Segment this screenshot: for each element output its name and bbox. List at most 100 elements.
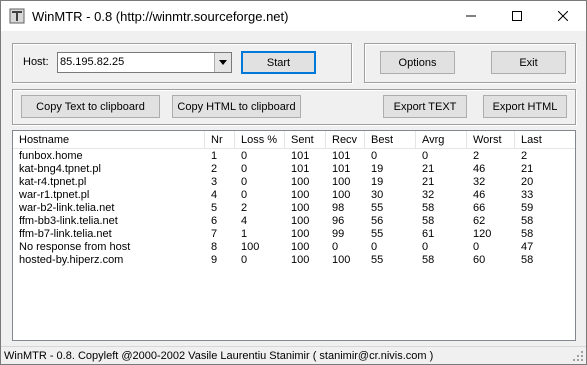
column-header-loss[interactable]: Loss % bbox=[235, 131, 285, 149]
cell-loss: 0 bbox=[241, 163, 248, 175]
cell-loss: 0 bbox=[241, 189, 248, 201]
cell-best: 56 bbox=[371, 215, 384, 227]
winmtr-app-icon bbox=[9, 8, 25, 24]
minimize-button[interactable] bbox=[448, 1, 494, 31]
cell-avrg: 0 bbox=[422, 241, 429, 253]
table-row[interactable]: kat-r4.tpnet.pl 3 0 100 100 19 21 32 20 bbox=[13, 176, 575, 189]
cell-sent: 100 bbox=[291, 215, 310, 227]
cell-best: 55 bbox=[371, 202, 384, 214]
column-header-nr[interactable]: Nr bbox=[205, 131, 235, 149]
copy-text-button[interactable]: Copy Text to clipboard bbox=[21, 95, 160, 118]
cell-worst: 60 bbox=[473, 254, 486, 266]
status-bar: WinMTR - 0.8. Copyleft @2000-2002 Vasile… bbox=[1, 346, 586, 364]
cell-nr: 6 bbox=[211, 215, 218, 227]
cell-worst: 46 bbox=[473, 189, 486, 201]
table-row[interactable]: funbox.home 1 0 101 101 0 0 2 2 bbox=[13, 150, 575, 163]
cell-recv: 100 bbox=[332, 176, 351, 188]
column-header-worst[interactable]: Worst bbox=[467, 131, 515, 149]
cell-nr: 2 bbox=[211, 163, 218, 175]
table-row[interactable]: ffm-b7-link.telia.net 7 1 100 99 55 61 120 58 bbox=[13, 228, 575, 241]
cell-hostname: ffm-bb3-link.telia.net bbox=[19, 215, 118, 227]
cell-worst: 32 bbox=[473, 176, 486, 188]
table-row[interactable]: hosted-by.hiperz.com 9 0 100 100 55 58 60 58 bbox=[13, 254, 575, 267]
cell-loss: 100 bbox=[241, 241, 260, 253]
table-row[interactable]: ffm-bb3-link.telia.net 6 4 100 96 56 58 62 58 bbox=[13, 215, 575, 228]
cell-avrg: 61 bbox=[422, 228, 435, 240]
cell-recv: 101 bbox=[332, 163, 351, 175]
cell-avrg: 21 bbox=[422, 176, 435, 188]
host-value[interactable]: 85.195.82.25 bbox=[60, 56, 124, 68]
cell-sent: 101 bbox=[291, 150, 310, 162]
cell-last: 33 bbox=[521, 189, 534, 201]
cell-hostname: kat-bng4.tpnet.pl bbox=[19, 163, 101, 175]
cell-avrg: 58 bbox=[422, 215, 435, 227]
cell-worst: 66 bbox=[473, 202, 486, 214]
cell-best: 19 bbox=[371, 163, 384, 175]
winmtr-window: WinMTR - 0.8 (http://winmtr.sourceforge.… bbox=[0, 0, 587, 365]
table-row[interactable]: war-r1.tpnet.pl 4 0 100 100 30 32 46 33 bbox=[13, 189, 575, 202]
column-header-best[interactable]: Best bbox=[365, 131, 416, 149]
cell-recv: 100 bbox=[332, 189, 351, 201]
host-label: Host: bbox=[23, 56, 49, 68]
column-header-hostname[interactable]: Hostname bbox=[13, 131, 205, 149]
cell-hostname: hosted-by.hiperz.com bbox=[19, 254, 124, 266]
export-html-button[interactable]: Export HTML bbox=[483, 95, 567, 118]
cell-avrg: 58 bbox=[422, 202, 435, 214]
cell-loss: 0 bbox=[241, 254, 248, 266]
window-title: WinMTR - 0.8 (http://winmtr.sourceforge.… bbox=[32, 9, 289, 24]
cell-worst: 0 bbox=[473, 241, 480, 253]
export-text-button[interactable]: Export TEXT bbox=[383, 95, 467, 118]
cell-last: 59 bbox=[521, 202, 534, 214]
cell-avrg: 32 bbox=[422, 189, 435, 201]
cell-hostname: war-b2-link.telia.net bbox=[19, 202, 115, 214]
cell-last: 58 bbox=[521, 228, 534, 240]
start-button[interactable]: Start bbox=[241, 51, 316, 74]
cell-hostname: ffm-b7-link.telia.net bbox=[19, 228, 112, 240]
cell-sent: 100 bbox=[291, 176, 310, 188]
column-header-recv[interactable]: Recv bbox=[326, 131, 365, 149]
cell-loss: 0 bbox=[241, 150, 248, 162]
cell-best: 55 bbox=[371, 228, 384, 240]
cell-recv: 96 bbox=[332, 215, 345, 227]
cell-hostname: kat-r4.tpnet.pl bbox=[19, 176, 87, 188]
trace-results-list[interactable]: Hostname Nr Loss % Sent Recv Best Avrg W… bbox=[12, 130, 576, 341]
cell-nr: 5 bbox=[211, 202, 218, 214]
cell-loss: 1 bbox=[241, 228, 248, 240]
cell-recv: 0 bbox=[332, 241, 339, 253]
cell-best: 30 bbox=[371, 189, 384, 201]
minimize-icon bbox=[466, 11, 476, 21]
column-header-avrg[interactable]: Avrg bbox=[416, 131, 467, 149]
cell-nr: 9 bbox=[211, 254, 218, 266]
cell-loss: 0 bbox=[241, 176, 248, 188]
table-row[interactable]: kat-bng4.tpnet.pl 2 0 101 101 19 21 46 21 bbox=[13, 163, 575, 176]
cell-worst: 120 bbox=[473, 228, 492, 240]
cell-recv: 101 bbox=[332, 150, 351, 162]
maximize-button[interactable] bbox=[494, 1, 540, 31]
close-button[interactable] bbox=[540, 1, 586, 31]
cell-best: 19 bbox=[371, 176, 384, 188]
cell-last: 20 bbox=[521, 176, 534, 188]
cell-last: 2 bbox=[521, 150, 528, 162]
column-header-last[interactable]: Last bbox=[515, 131, 575, 149]
cell-best: 55 bbox=[371, 254, 384, 266]
cell-sent: 100 bbox=[291, 241, 310, 253]
list-header: Hostname Nr Loss % Sent Recv Best Avrg W… bbox=[13, 131, 575, 149]
cell-recv: 100 bbox=[332, 254, 351, 266]
title-bar[interactable]: WinMTR - 0.8 (http://winmtr.sourceforge.… bbox=[1, 1, 586, 31]
options-button[interactable]: Options bbox=[380, 51, 455, 74]
table-row[interactable]: war-b2-link.telia.net 5 2 100 98 55 58 66 59 bbox=[13, 202, 575, 215]
host-combobox[interactable]: 85.195.82.25 bbox=[57, 52, 232, 73]
list-body: funbox.home 1 0 101 101 0 0 2 2 kat-bng4.tpnet.pl… bbox=[13, 150, 575, 267]
copy-html-button[interactable]: Copy HTML to clipboard bbox=[172, 95, 301, 118]
cell-hostname: funbox.home bbox=[19, 150, 83, 162]
cell-recv: 99 bbox=[332, 228, 345, 240]
cell-hostname: war-r1.tpnet.pl bbox=[19, 189, 90, 201]
cell-sent: 100 bbox=[291, 228, 310, 240]
table-row[interactable]: No response from host 8 100 100 0 0 0 0 47 bbox=[13, 241, 575, 254]
chevron-down-icon[interactable] bbox=[214, 53, 231, 72]
cell-loss: 2 bbox=[241, 202, 248, 214]
resize-grip-icon[interactable] bbox=[572, 350, 584, 362]
exit-button[interactable]: Exit bbox=[491, 51, 566, 74]
column-header-sent[interactable]: Sent bbox=[285, 131, 326, 149]
cell-nr: 4 bbox=[211, 189, 218, 201]
